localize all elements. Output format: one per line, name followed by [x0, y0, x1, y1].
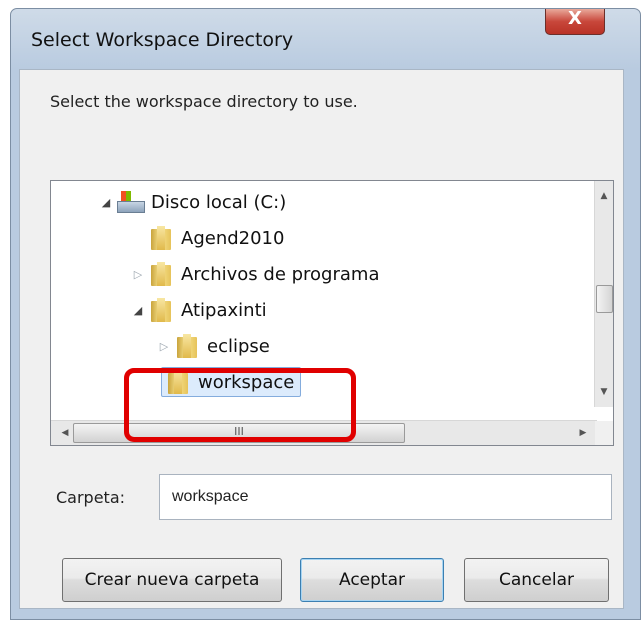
folder-icon — [177, 334, 199, 358]
dialog-title: Select Workspace Directory — [31, 29, 294, 51]
tree-item-disco-local[interactable]: ◢ Disco local (C:) — [99, 185, 286, 219]
close-button[interactable]: X — [545, 8, 605, 35]
tree-item-agend2010[interactable]: Agend2010 — [131, 221, 284, 255]
folder-icon — [151, 262, 173, 286]
drive-icon — [117, 191, 145, 213]
folder-icon — [151, 226, 173, 250]
scroll-down-icon[interactable]: ▼ — [595, 383, 613, 401]
collapse-arrow-icon[interactable]: ◢ — [99, 196, 113, 209]
tree-item-label: Agend2010 — [181, 227, 285, 249]
highlight-annotation — [124, 368, 356, 442]
tree-item-label: Disco local (C:) — [151, 191, 287, 213]
instruction-text: Select the workspace directory to use. — [50, 92, 358, 111]
scrollbar-corner — [595, 421, 613, 445]
scroll-right-icon[interactable]: ▶ — [573, 421, 593, 445]
tree-item-label: Atipaxinti — [181, 299, 267, 321]
tree-item-eclipse[interactable]: ▷ eclipse — [157, 329, 270, 363]
vertical-scroll-thumb[interactable] — [596, 285, 613, 313]
title-bar: Select Workspace Directory X — [11, 8, 640, 69]
tree-item-atipaxinti[interactable]: ◢ Atipaxinti — [131, 293, 267, 327]
expand-arrow-icon[interactable]: ▷ — [157, 340, 171, 353]
close-icon: X — [568, 8, 582, 29]
scroll-left-icon[interactable]: ◀ — [55, 421, 75, 445]
folder-name-input[interactable] — [159, 474, 612, 520]
scroll-up-icon[interactable]: ▲ — [595, 187, 613, 205]
new-folder-button[interactable]: Crear nueva carpeta — [62, 558, 282, 602]
collapse-arrow-icon[interactable]: ◢ — [131, 304, 145, 317]
folder-field-label: Carpeta: — [56, 488, 126, 507]
accept-button[interactable]: Aceptar — [300, 558, 444, 602]
tree-item-label: Archivos de programa — [181, 263, 380, 285]
expand-arrow-icon[interactable]: ▷ — [131, 268, 145, 281]
cancel-button[interactable]: Cancelar — [464, 558, 609, 602]
vertical-scrollbar[interactable]: ▲ ▼ — [594, 181, 613, 407]
tree-item-archivos-de-programa[interactable]: ▷ Archivos de programa — [131, 257, 379, 291]
folder-icon — [151, 298, 173, 322]
tree-item-label: eclipse — [207, 335, 270, 357]
